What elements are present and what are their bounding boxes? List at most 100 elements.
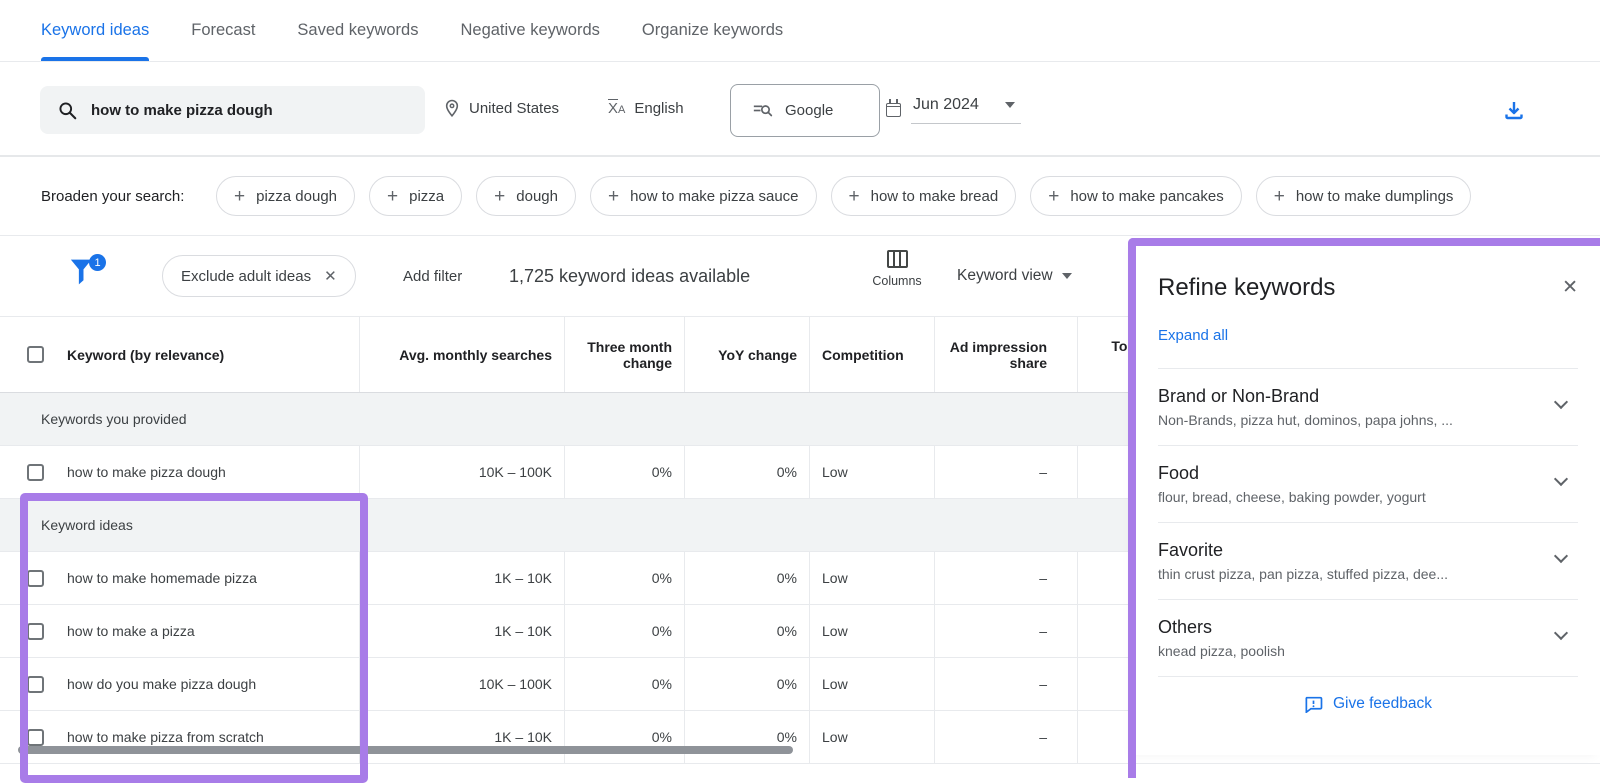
yoy-change-cell: 0%: [685, 446, 810, 498]
feedback-icon: [1304, 696, 1323, 713]
ad-impression-share-cell: –: [935, 658, 1078, 710]
three-month-change-cell: 0%: [565, 658, 685, 710]
row-checkbox[interactable]: [27, 729, 44, 746]
filters-button[interactable]: 1: [68, 256, 108, 296]
refine-section-subtitle: Non-Brands, pizza hut, dominos, papa joh…: [1158, 412, 1538, 428]
select-all-checkbox[interactable]: [27, 346, 44, 363]
plus-icon: +: [608, 187, 619, 206]
exclude-adult-ideas-chip[interactable]: Exclude adult ideas ✕: [162, 255, 356, 297]
row-checkbox[interactable]: [27, 464, 44, 481]
refine-section[interactable]: Food flour, bread, cheese, baking powder…: [1158, 446, 1578, 523]
location-value: United States: [469, 100, 559, 117]
keyword-search-input[interactable]: how to make pizza dough: [40, 86, 425, 134]
keyword-cell: how to make a pizza: [67, 623, 195, 639]
ad-impression-share-cell: –: [935, 446, 1078, 498]
broaden-keyword-chip[interactable]: + pizza: [369, 176, 462, 216]
keyword-cell: how to make homemade pizza: [67, 570, 257, 586]
yoy-change-cell: 0%: [685, 658, 810, 710]
ad-impression-share-cell: –: [935, 605, 1078, 657]
broaden-keyword-chip[interactable]: + dough: [476, 176, 576, 216]
broaden-keyword-chip[interactable]: + pizza dough: [216, 176, 355, 216]
row-checkbox[interactable]: [27, 623, 44, 640]
network-value: Google: [785, 102, 833, 119]
broaden-chip-list: + pizza dough + pizza + dough + how to m…: [216, 157, 1471, 235]
chip-label: how to make pancakes: [1070, 188, 1223, 205]
keyword-cell: how to make pizza from scratch: [67, 729, 264, 745]
translate-icon: XA: [608, 100, 625, 117]
refine-section[interactable]: Favorite thin crust pizza, pan pizza, st…: [1158, 523, 1578, 600]
refine-section-title: Food: [1158, 463, 1538, 484]
tab[interactable]: Organize keywords: [642, 0, 783, 61]
keyword-cell: how to make pizza dough: [67, 464, 226, 480]
competition-cell: Low: [810, 658, 935, 710]
competition-cell: Low: [810, 711, 935, 763]
header-ad-impression-share[interactable]: Ad impression share: [935, 317, 1078, 392]
avg-monthly-searches-cell: 1K – 10K: [360, 552, 565, 604]
tab-bar: Keyword ideas Forecast Saved keywords Ne…: [0, 0, 1600, 62]
add-filter-button[interactable]: Add filter: [403, 236, 462, 316]
chevron-down-icon: [1554, 395, 1568, 409]
tab[interactable]: Negative keywords: [460, 0, 599, 61]
language-selector[interactable]: XA English: [608, 62, 684, 155]
tab[interactable]: Keyword ideas: [41, 0, 149, 61]
broaden-keyword-chip[interactable]: + how to make pancakes: [1030, 176, 1242, 216]
tab-label: Negative keywords: [460, 21, 599, 40]
date-range-value: Jun 2024: [913, 96, 979, 114]
broaden-search-label: Broaden your search:: [41, 157, 184, 235]
chevron-down-icon: [1554, 626, 1568, 640]
chip-label: pizza: [409, 188, 444, 205]
panel-title: Refine keywords: [1158, 274, 1335, 302]
chip-label: how to make bread: [871, 188, 999, 205]
refine-section[interactable]: Others knead pizza, poolish: [1158, 600, 1578, 677]
avg-monthly-searches-cell: 10K – 100K: [360, 446, 565, 498]
expand-all-link[interactable]: Expand all: [1158, 327, 1228, 344]
refine-section-list: Brand or Non-Brand Non-Brands, pizza hut…: [1158, 369, 1578, 677]
columns-button[interactable]: Columns: [873, 250, 921, 288]
broaden-keyword-chip[interactable]: + how to make pizza sauce: [590, 176, 817, 216]
search-query-text: how to make pizza dough: [91, 102, 273, 119]
competition-cell: Low: [810, 605, 935, 657]
header-yoy-change[interactable]: YoY change: [685, 317, 810, 392]
broaden-keyword-chip[interactable]: + how to make dumplings: [1256, 176, 1472, 216]
plus-icon: +: [387, 187, 398, 206]
section-label: Keywords you provided: [41, 411, 187, 427]
section-label: Keyword ideas: [41, 517, 133, 533]
keyword-view-label: Keyword view: [957, 267, 1053, 285]
close-panel-icon[interactable]: ✕: [1562, 276, 1578, 299]
row-checkbox[interactable]: [27, 570, 44, 587]
refine-section[interactable]: Brand or Non-Brand Non-Brands, pizza hut…: [1158, 369, 1578, 446]
chevron-down-icon: [1554, 472, 1568, 486]
row-checkbox[interactable]: [27, 676, 44, 693]
avg-monthly-searches-cell: 1K – 10K: [360, 605, 565, 657]
keyword-ideas-count: 1,725 keyword ideas available: [509, 236, 750, 316]
filter-count-badge: 1: [89, 254, 106, 271]
header-keyword: Keyword (by relevance): [0, 317, 360, 392]
header-competition[interactable]: Competition: [810, 317, 935, 392]
avg-monthly-searches-cell: 10K – 100K: [360, 658, 565, 710]
download-button[interactable]: [1502, 98, 1526, 127]
header-three-month-change[interactable]: Three month change: [565, 317, 685, 392]
search-network-selector[interactable]: Google: [730, 84, 880, 137]
three-month-change-cell: 0%: [565, 605, 685, 657]
plus-icon: +: [494, 187, 505, 206]
broaden-keyword-chip[interactable]: + how to make bread: [831, 176, 1017, 216]
tab[interactable]: Forecast: [191, 0, 255, 61]
three-month-change-cell: 0%: [565, 446, 685, 498]
yoy-change-cell: 0%: [685, 711, 810, 763]
horizontal-scrollbar[interactable]: [18, 746, 793, 754]
refine-section-title: Brand or Non-Brand: [1158, 386, 1538, 407]
view-dropdown-arrow-icon: [1062, 273, 1072, 279]
header-keyword-label: Keyword (by relevance): [67, 347, 224, 363]
competition-cell: Low: [810, 446, 935, 498]
search-settings-row: how to make pizza dough United States XA…: [0, 62, 1600, 157]
location-selector[interactable]: United States: [444, 62, 559, 155]
refine-section-title: Others: [1158, 617, 1538, 638]
remove-filter-icon[interactable]: ✕: [324, 267, 337, 285]
keyword-view-dropdown[interactable]: Keyword view: [957, 236, 1072, 316]
header-avg-monthly-searches[interactable]: Avg. monthly searches: [360, 317, 565, 392]
plus-icon: +: [849, 187, 860, 206]
tab[interactable]: Saved keywords: [297, 0, 418, 61]
ad-impression-share-cell: –: [935, 552, 1078, 604]
date-range-selector[interactable]: Jun 2024: [886, 62, 1021, 155]
give-feedback-button[interactable]: Give feedback: [1158, 677, 1578, 731]
